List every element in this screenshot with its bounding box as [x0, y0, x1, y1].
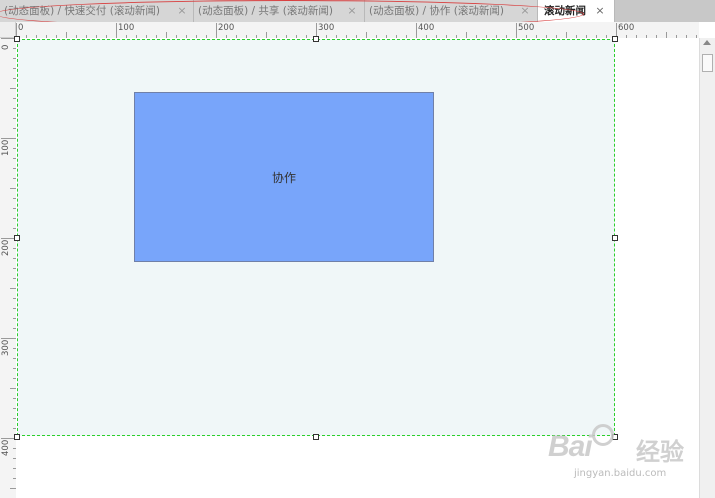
ruler-label: 100 — [118, 23, 135, 33]
ruler-label: 600 — [618, 23, 635, 33]
resize-handle-bottom-left[interactable] — [14, 434, 20, 440]
ruler-label: 300 — [318, 23, 335, 33]
ruler-label: 200 — [218, 23, 235, 33]
resize-handle-bottom[interactable] — [313, 434, 319, 440]
resize-handle-right[interactable] — [612, 235, 618, 241]
resize-handle-bottom-right[interactable] — [612, 434, 618, 440]
ruler-label: 100 — [1, 139, 11, 156]
tab-quick-delivery[interactable]: (动态面板) / 快速交付 (滚动新闻) × — [0, 0, 194, 22]
close-icon[interactable]: × — [346, 0, 358, 22]
design-canvas[interactable]: 协作 — [14, 36, 699, 498]
ruler-label: 0 — [18, 23, 24, 33]
resize-handle-top-right[interactable] — [612, 36, 618, 42]
resize-handle-top-left[interactable] — [14, 36, 20, 42]
tab-scrolling-news[interactable]: 滚动新闻 × — [538, 0, 615, 22]
scrollbar-thumb[interactable] — [702, 54, 713, 72]
vertical-ruler: 0 100 200 300 400 — [0, 38, 17, 498]
widget-label: 协作 — [271, 170, 296, 185]
collaborate-widget[interactable]: 协作 — [134, 92, 434, 262]
ruler-label: 500 — [518, 23, 535, 33]
ruler-label: 200 — [1, 239, 11, 256]
close-icon[interactable]: × — [176, 0, 188, 22]
tab-label: (动态面板) / 共享 (滚动新闻) — [198, 5, 333, 17]
vertical-scrollbar[interactable] — [699, 38, 715, 498]
ruler-tick — [1, 138, 16, 139]
ruler-tick — [1, 338, 16, 339]
tab-collaborate[interactable]: (动态面板) / 协作 (滚动新闻) × — [365, 0, 538, 22]
ruler-label: 0 — [1, 44, 11, 50]
tab-share[interactable]: (动态面板) / 共享 (滚动新闻) × — [194, 0, 365, 22]
ruler-label: 400 — [418, 23, 435, 33]
resize-handle-top[interactable] — [313, 36, 319, 42]
ruler-label: 400 — [1, 439, 11, 456]
close-icon[interactable]: × — [519, 0, 531, 22]
ruler-tick — [516, 23, 517, 38]
document-tab-bar: (动态面板) / 快速交付 (滚动新闻) × (动态面板) / 共享 (滚动新闻… — [0, 0, 715, 28]
horizontal-ruler: 0 100 200 300 400 500 600 — [16, 22, 699, 39]
ruler-tick — [416, 23, 417, 38]
scroll-up-arrow-icon[interactable] — [703, 40, 711, 45]
ruler-tick — [116, 23, 117, 38]
tab-label: (动态面板) / 快速交付 (滚动新闻) — [4, 5, 160, 17]
ruler-tick — [216, 23, 217, 38]
ruler-label: 300 — [1, 339, 11, 356]
tab-label: (动态面板) / 协作 (滚动新闻) — [369, 5, 504, 17]
close-icon[interactable]: × — [594, 0, 606, 22]
resize-handle-left[interactable] — [14, 235, 20, 241]
tab-label: 滚动新闻 — [544, 5, 586, 17]
